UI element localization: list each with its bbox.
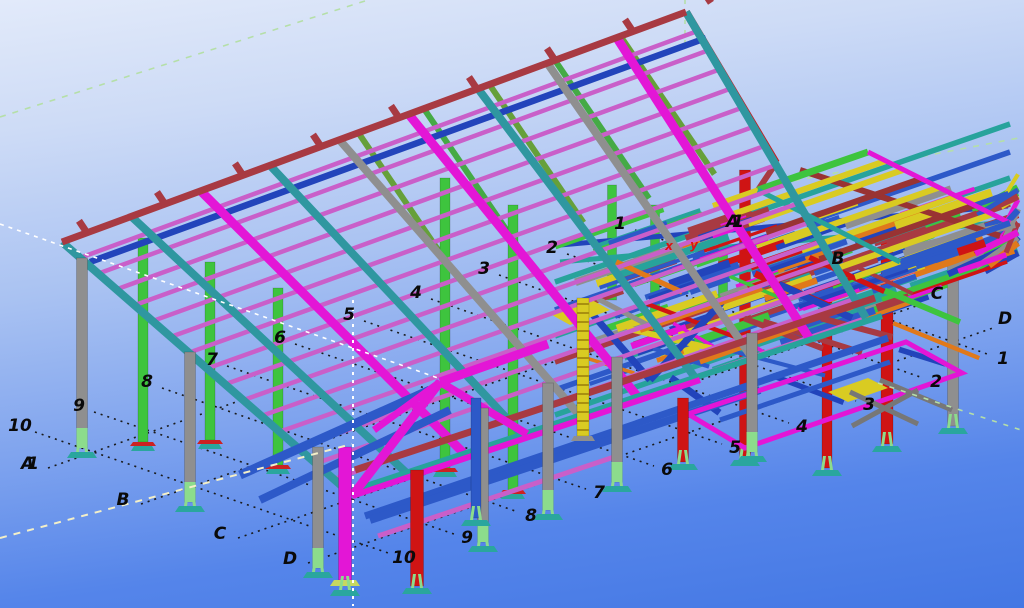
structural-model-canvas[interactable] [0,0,1024,608]
model-viewport[interactable]: 1234567891010987654321A1BCDA1BCD x y [0,0,1024,608]
workplane-guides-back [0,0,1024,188]
